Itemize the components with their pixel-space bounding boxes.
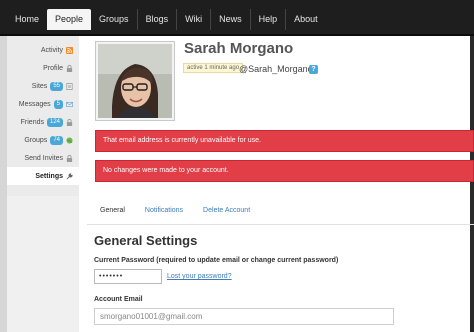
page-right-gutter [470, 36, 474, 332]
sidebar-item-label: Groups [24, 136, 48, 144]
sidebar-item-label: Settings [35, 172, 63, 180]
nav-news[interactable]: News [211, 9, 250, 30]
document-icon [66, 82, 73, 90]
tab-delete-account[interactable]: Delete Account [198, 207, 250, 223]
page-title: General Settings [94, 233, 198, 248]
nav-people[interactable]: People [47, 9, 92, 30]
current-password-label: Current Password (required to update ema… [94, 257, 339, 264]
top-navigation-bar: Home People Groups Blogs Wiki News Help … [0, 0, 474, 36]
sidebar-item-send-invites[interactable]: Send Invites [7, 149, 79, 167]
nav-home[interactable]: Home [7, 9, 47, 30]
nav-blogs[interactable]: Blogs [138, 9, 177, 30]
sidebar-item-activity[interactable]: Activity [7, 41, 79, 59]
profile-sidebar: Activity Profile Sites 55 Messages 5 Fri… [7, 36, 79, 196]
sidebar-item-label: Messages [18, 100, 51, 108]
wrench-icon [66, 172, 73, 179]
sidebar-item-friends[interactable]: Friends 124 [7, 113, 79, 131]
sidebar-item-label: Friends [20, 118, 44, 126]
groups-count-badge: 74 [50, 135, 63, 145]
lock-icon [66, 118, 73, 126]
sidebar-item-settings[interactable]: Settings [7, 167, 79, 185]
sidebar-background [7, 196, 79, 332]
avatar-photo [98, 44, 172, 118]
nav-groups[interactable]: Groups [91, 9, 137, 30]
error-alert: No changes were made to your account. [95, 160, 474, 182]
nav-wiki[interactable]: Wiki [177, 9, 210, 30]
sidebar-item-label: Activity [40, 46, 63, 54]
lost-password-link[interactable]: Lost your password? [167, 273, 232, 280]
sidebar-item-label: Sites [31, 82, 48, 90]
current-password-field[interactable]: ••••••• [94, 269, 162, 284]
settings-tabs: General Notifications Delete Account [95, 207, 265, 223]
avatar[interactable] [95, 41, 175, 121]
sidebar-item-sites[interactable]: Sites 55 [7, 77, 79, 95]
account-email-label: Account Email [94, 296, 143, 303]
divider [87, 224, 474, 225]
friends-count-badge: 124 [46, 117, 63, 127]
envelope-icon [66, 101, 73, 107]
nav-help[interactable]: Help [251, 9, 286, 30]
sites-count-badge: 55 [50, 81, 63, 91]
error-alert: That email address is currently unavaila… [95, 130, 474, 152]
profile-handle: @Sarah_Morgano [239, 64, 313, 74]
help-icon[interactable]: ? [309, 65, 318, 74]
top-nav-items: Home People Groups Blogs Wiki News Help … [7, 9, 326, 30]
lock-icon [66, 154, 73, 162]
activity-status: active 1 minute ago [183, 63, 244, 73]
sidebar-item-profile[interactable]: Profile [7, 59, 79, 77]
sidebar-item-label: Profile [43, 64, 63, 72]
page-left-gutter [0, 36, 7, 332]
lock-icon [66, 64, 73, 72]
tab-notifications[interactable]: Notifications [140, 207, 183, 223]
tab-general[interactable]: General [95, 207, 125, 223]
globe-icon [66, 136, 73, 144]
sidebar-item-label: Send Invites [24, 154, 63, 162]
sidebar-item-messages[interactable]: Messages 5 [7, 95, 79, 113]
messages-count-badge: 5 [53, 99, 63, 109]
rss-icon [66, 46, 73, 54]
profile-name: Sarah Morgano [184, 40, 294, 57]
sidebar-item-groups[interactable]: Groups 74 [7, 131, 79, 149]
email-field[interactable]: smorgano01001@gmail.com [94, 308, 394, 325]
nav-about[interactable]: About [286, 9, 326, 30]
